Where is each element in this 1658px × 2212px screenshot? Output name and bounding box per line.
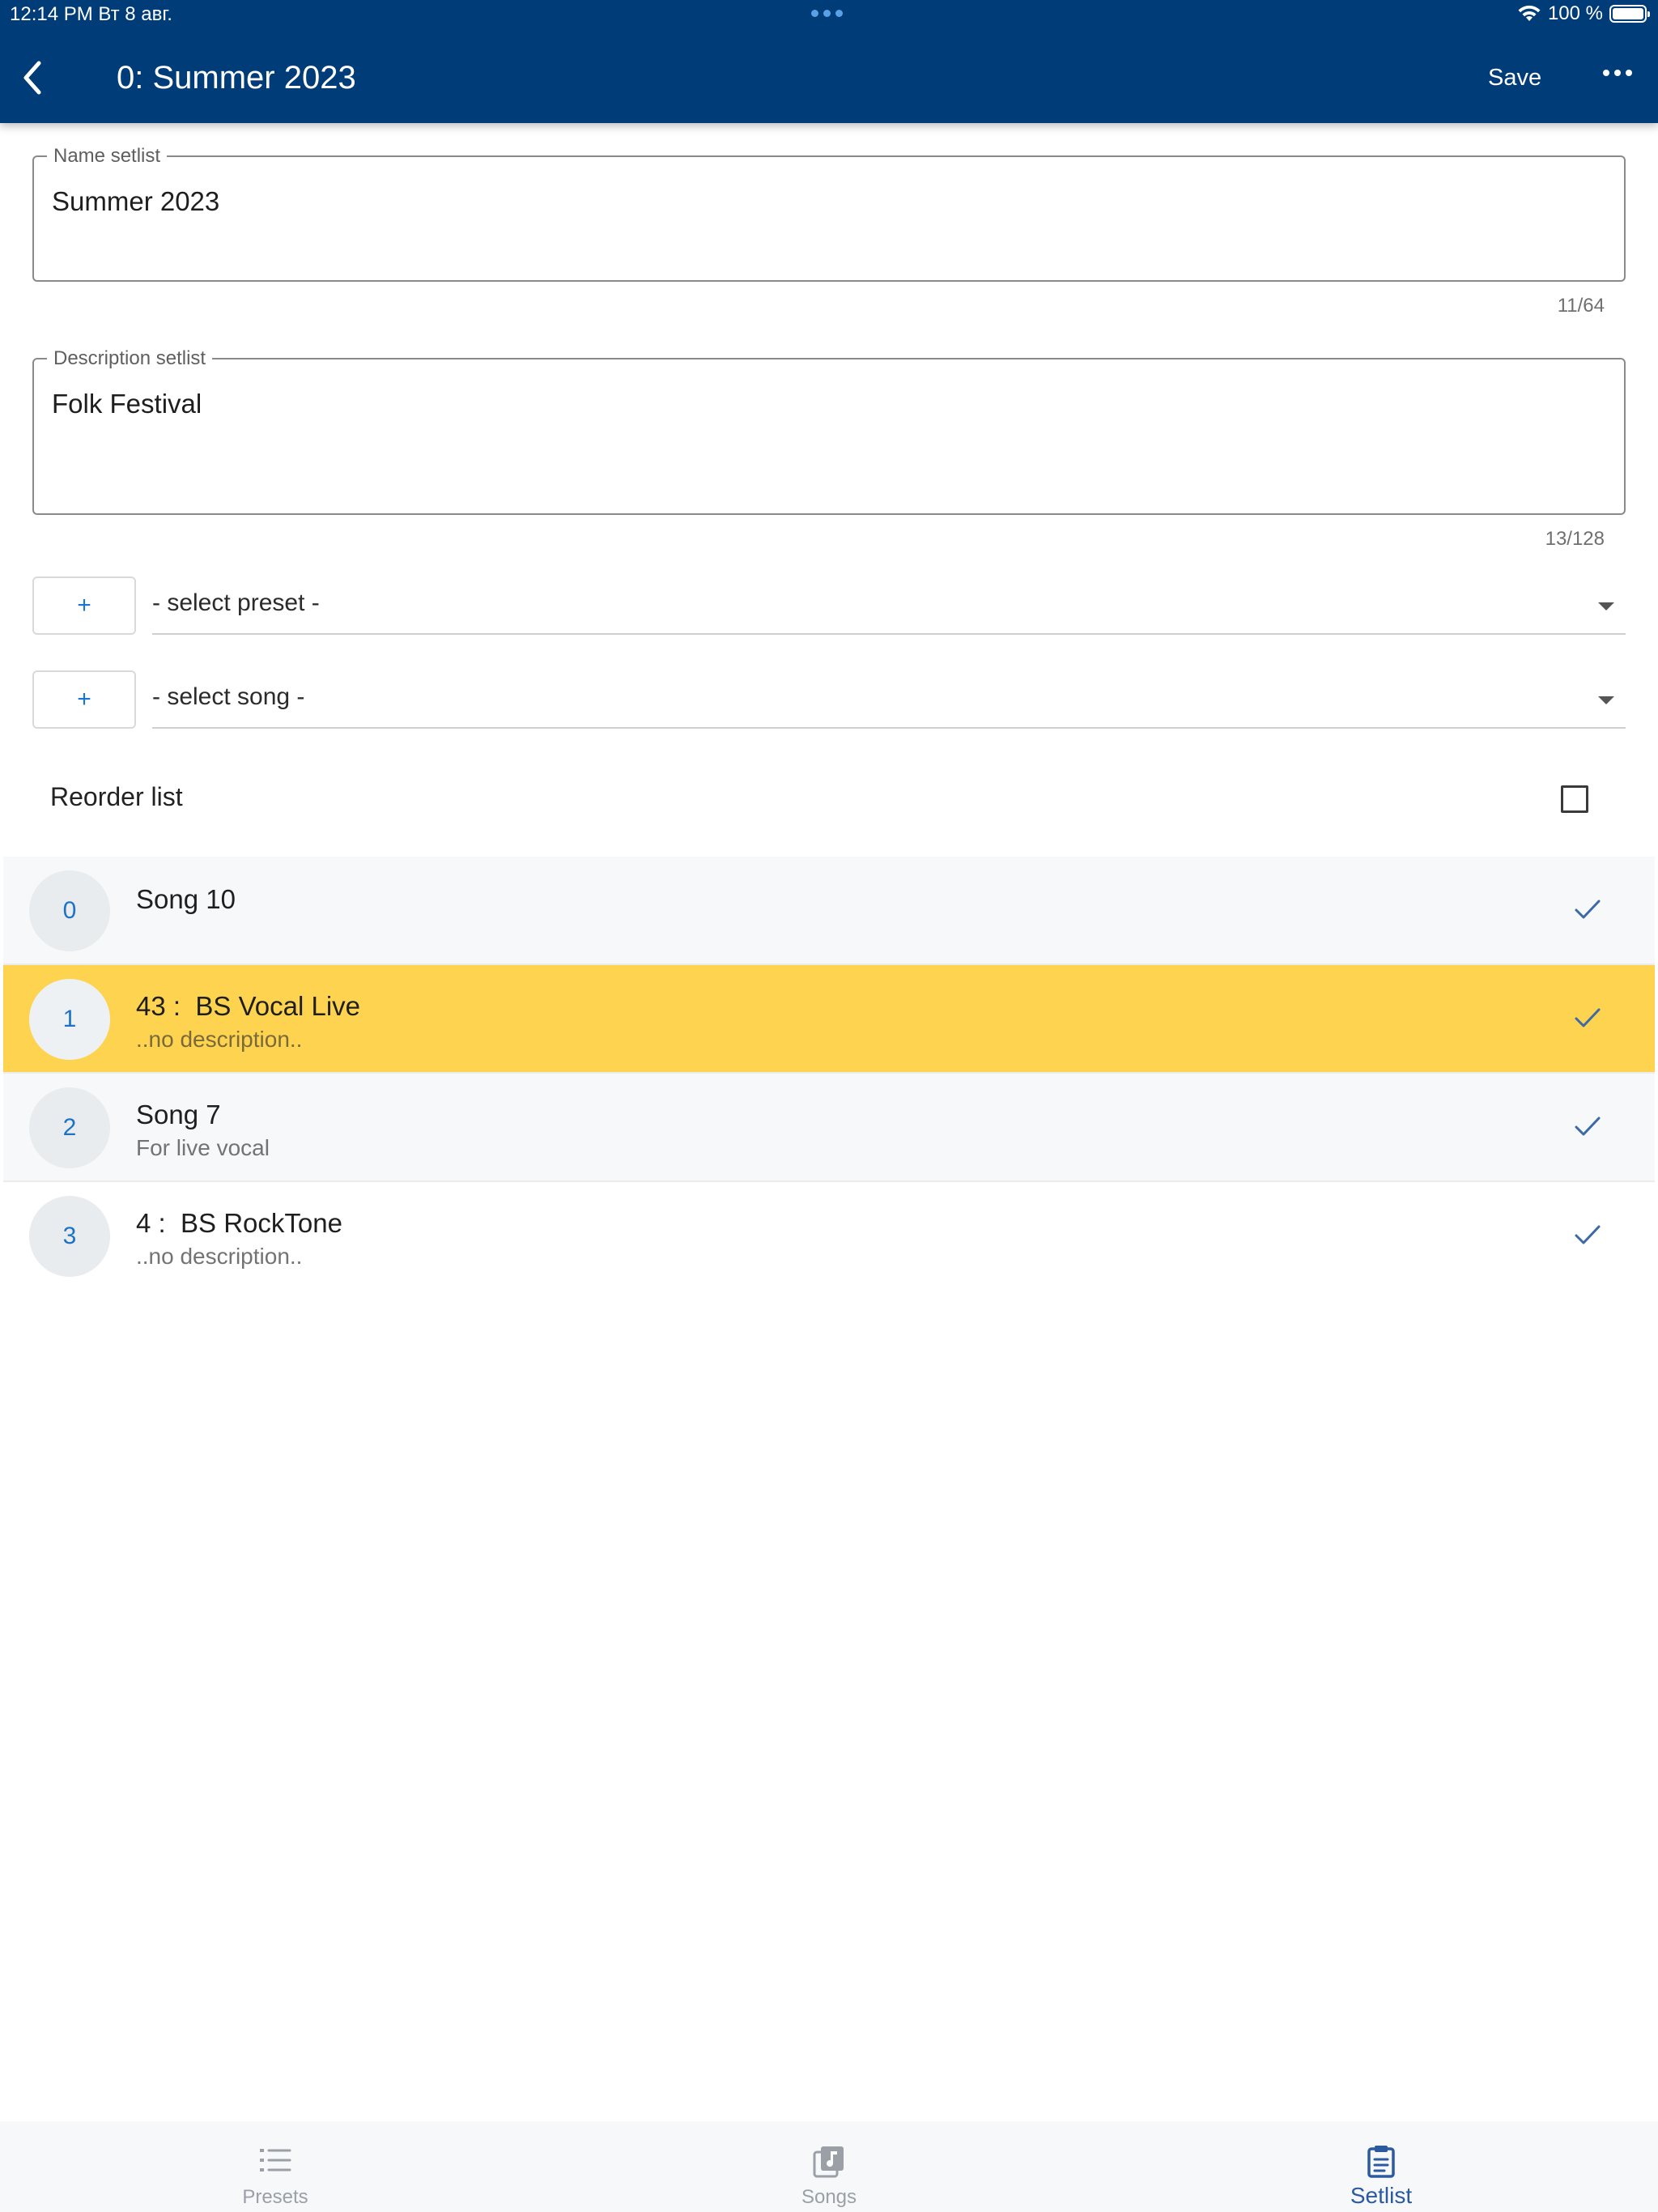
name-setlist-label: Name setlist: [47, 146, 168, 167]
description-setlist-field[interactable]: Description setlist Folk Festival: [32, 348, 1626, 515]
dropdown-caret-icon: [1598, 602, 1614, 610]
more-options-icon[interactable]: [1603, 70, 1632, 76]
app-bar: 12:14 PM Вт 8 авг. 100 % 0: Summer 2023 …: [0, 0, 1658, 123]
description-setlist-value[interactable]: Folk Festival: [52, 389, 202, 419]
checkmark-icon: [1575, 1225, 1601, 1244]
preset-select-value: - select preset -: [152, 589, 320, 616]
back-button[interactable]: [21, 57, 53, 99]
tab-presets-label: Presets: [242, 2186, 308, 2208]
wifi-icon: [1518, 5, 1541, 21]
checkmark-icon: [1575, 1008, 1601, 1027]
list-item[interactable]: 2 Song 7 For live vocal: [3, 1074, 1655, 1182]
checkmark-icon: [1575, 900, 1601, 919]
page-title: 0: Summer 2023: [117, 60, 356, 96]
tab-setlist[interactable]: Setlist: [1300, 2121, 1462, 2212]
preset-select[interactable]: - select preset -: [152, 576, 1626, 635]
name-setlist-field[interactable]: Name setlist Summer 2023: [32, 146, 1626, 282]
add-song-button[interactable]: +: [32, 670, 136, 729]
multitasking-dots-icon[interactable]: [811, 10, 843, 17]
checkmark-icon: [1575, 1117, 1601, 1136]
tab-presets[interactable]: Presets: [194, 2121, 356, 2212]
item-subtitle: ..no description..: [136, 1244, 303, 1269]
item-title: Song 7: [136, 1100, 221, 1129]
list-icon: [260, 2149, 291, 2172]
clipboard-icon: [1367, 2146, 1395, 2178]
status-time: 12:14 PM Вт 8 авг.: [10, 3, 172, 25]
status-right: 100 %: [1517, 2, 1650, 25]
list-item[interactable]: 1 43 : BS Vocal Live ..no description..: [3, 965, 1655, 1074]
reorder-list-label: Reorder list: [50, 782, 183, 811]
name-counter: 11/64: [1557, 295, 1605, 317]
add-preset-button[interactable]: +: [32, 576, 136, 635]
item-title: 43 : BS Vocal Live: [136, 991, 361, 1021]
item-index: 1: [29, 979, 110, 1060]
song-select[interactable]: - select song -: [152, 670, 1626, 729]
tab-songs-label: Songs: [801, 2186, 857, 2208]
item-title: 4 : BS RockTone: [136, 1208, 342, 1238]
chevron-left-icon: [23, 61, 41, 95]
list-item[interactable]: 3 4 : BS RockTone ..no description..: [3, 1182, 1655, 1291]
music-note-icon: [813, 2146, 844, 2178]
item-index: 0: [29, 870, 110, 951]
tab-songs[interactable]: Songs: [748, 2121, 910, 2212]
tab-setlist-label: Setlist: [1350, 2183, 1413, 2208]
song-select-value: - select song -: [152, 683, 305, 710]
battery-percent: 100 %: [1547, 2, 1603, 24]
save-button[interactable]: Save: [1488, 63, 1541, 92]
setlist-list: 0 Song 10 1 43 : BS Vocal Live ..no desc…: [3, 857, 1655, 1291]
battery-icon: [1609, 5, 1650, 23]
bottom-tab-bar: Presets Songs Setlist: [0, 2121, 1658, 2212]
dropdown-caret-icon: [1598, 696, 1614, 704]
item-subtitle: ..no description..: [136, 1027, 303, 1052]
item-index: 3: [29, 1196, 110, 1277]
description-setlist-label: Description setlist: [47, 348, 213, 369]
description-counter: 13/128: [1545, 528, 1605, 550]
reorder-checkbox[interactable]: [1561, 785, 1588, 813]
item-subtitle: For live vocal: [136, 1135, 270, 1160]
item-index: 2: [29, 1087, 110, 1168]
list-item[interactable]: 0 Song 10: [3, 857, 1655, 965]
item-title: Song 10: [136, 884, 236, 914]
name-setlist-value[interactable]: Summer 2023: [52, 186, 219, 217]
